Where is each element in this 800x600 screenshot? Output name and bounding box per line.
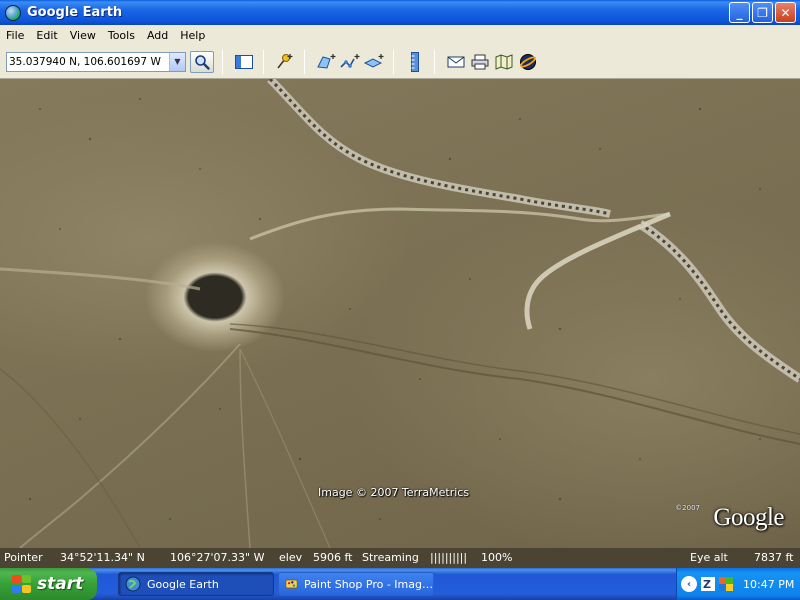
taskbar-item-label: Google Earth (147, 577, 219, 591)
start-button[interactable]: start (0, 568, 97, 600)
fly-to-combobox[interactable]: ▼ (6, 51, 186, 72)
pointer-label: Pointer (4, 551, 43, 564)
earth-map-view[interactable]: Image © 2007 TerraMetrics ©2007 Google (0, 79, 800, 548)
ruler-button[interactable] (404, 51, 426, 73)
google-maps-icon (495, 53, 513, 70)
taskbar-item-label: Paint Shop Pro - Imag… (304, 577, 433, 591)
minimize-button[interactable]: _ (729, 2, 750, 23)
toolbar-separator (222, 49, 223, 74)
menu-view[interactable]: View (64, 29, 102, 42)
menu-file[interactable]: File (0, 29, 30, 42)
google-earth-window: Google Earth _ ❐ ✕ File Edit View Tools … (0, 0, 800, 568)
close-button[interactable]: ✕ (775, 2, 796, 23)
imagery-credit: Image © 2007 TerraMetrics (318, 486, 470, 499)
sky-button[interactable] (517, 51, 539, 73)
elev-label: elev (279, 551, 303, 564)
menu-add[interactable]: Add (141, 29, 174, 42)
menu-help[interactable]: Help (174, 29, 211, 42)
logo-copyright: ©2007 (675, 504, 700, 512)
print-icon (471, 54, 489, 69)
maximize-button[interactable]: ❐ (752, 2, 773, 23)
taskbar: start Google Earth Paint Shop Pro - Imag… (0, 568, 800, 600)
system-tray: ‹ Z 10:47 PM (676, 568, 800, 600)
taskbar-item-paint-shop-pro[interactable]: Paint Shop Pro - Imag… (278, 572, 434, 596)
search-icon (195, 54, 210, 70)
title-bar[interactable]: Google Earth _ ❐ ✕ (0, 0, 800, 25)
print-button[interactable] (469, 51, 491, 73)
sky-icon (520, 53, 536, 70)
toolbar-separator (304, 49, 305, 74)
terrain-overlay (0, 79, 800, 548)
sidebar-toggle-icon (235, 54, 253, 69)
toolbar-separator (263, 49, 264, 74)
fly-to-input[interactable] (7, 55, 169, 68)
overlay-icon (363, 53, 384, 68)
taskbar-item-google-earth[interactable]: Google Earth (118, 572, 274, 596)
svg-text:Z: Z (703, 578, 711, 591)
security-center-icon[interactable] (719, 577, 733, 591)
email-button[interactable] (445, 51, 467, 73)
google-earth-icon (125, 576, 141, 592)
menu-bar: File Edit View Tools Add Help (0, 25, 800, 45)
polygon-icon (317, 53, 336, 69)
start-label: start (37, 574, 84, 594)
pointer-longitude: 106°27'07.33" W (170, 551, 265, 564)
google-logo: Google (713, 504, 784, 531)
add-image-overlay-button[interactable] (363, 51, 385, 73)
eye-alt-label: Eye alt (690, 551, 728, 564)
window-title: Google Earth (27, 5, 123, 20)
toolbar-separator (434, 49, 435, 74)
add-path-button[interactable] (339, 51, 361, 73)
menu-edit[interactable]: Edit (30, 29, 63, 42)
chevron-down-icon[interactable]: ▼ (169, 52, 185, 71)
status-bar: Pointer 34°52'11.34" N 106°27'07.33" W e… (0, 548, 800, 568)
elev-value: 5906 ft (313, 551, 353, 564)
show-hidden-icons-icon[interactable]: ‹ (681, 576, 697, 592)
paint-shop-pro-icon (285, 579, 298, 589)
streaming-percent: 100% (481, 551, 513, 564)
zonealarm-icon[interactable]: Z (701, 577, 715, 591)
google-maps-button[interactable] (493, 51, 515, 73)
streaming-label: Streaming (362, 551, 419, 564)
sidebar-toggle-button[interactable] (233, 51, 255, 73)
toolbar: ▼ (0, 45, 800, 79)
streaming-progress-bar: |||||||||| (430, 551, 468, 564)
toolbar-separator (393, 49, 394, 74)
add-placemark-button[interactable] (274, 51, 296, 73)
eye-alt-value: 7837 ft (754, 551, 794, 564)
search-button[interactable] (190, 50, 214, 73)
pointer-latitude: 34°52'11.34" N (60, 551, 145, 564)
add-polygon-button[interactable] (315, 51, 337, 73)
windows-flag-icon (10, 574, 32, 594)
clock[interactable]: 10:47 PM (743, 578, 794, 591)
path-icon (340, 53, 360, 68)
email-icon (447, 56, 465, 67)
placemark-icon (277, 53, 293, 68)
ruler-icon (411, 51, 419, 72)
menu-tools[interactable]: Tools (102, 29, 141, 42)
google-earth-icon (5, 4, 21, 21)
